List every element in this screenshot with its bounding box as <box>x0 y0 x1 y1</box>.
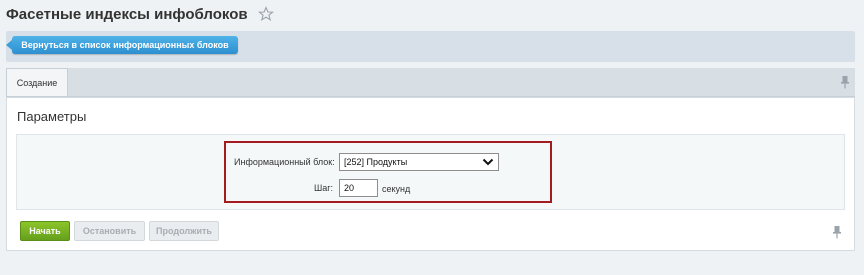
pin-icon[interactable] <box>832 225 842 239</box>
stop-button[interactable]: Остановить <box>74 221 145 241</box>
context-panel: Вернуться в список информационных блоков <box>6 31 855 62</box>
back-to-list-button[interactable]: Вернуться в список информационных блоков <box>6 36 238 54</box>
form-box: Информационный блок: [252] Продукты Шаг:… <box>16 134 845 210</box>
continue-button[interactable]: Продолжить <box>149 221 219 241</box>
chevron-down-icon <box>482 157 494 167</box>
tabs-bar: Создание <box>6 68 855 97</box>
section-title: Параметры <box>17 109 87 124</box>
page-header: Фасетные индексы инфоблоков <box>6 3 274 25</box>
highlight-frame: Информационный блок: [252] Продукты Шаг:… <box>224 141 552 203</box>
start-button[interactable]: Начать <box>20 221 70 241</box>
pin-icon[interactable] <box>840 75 850 89</box>
iblock-label: Информационный блок: <box>234 157 335 167</box>
page-title: Фасетные индексы инфоблоков <box>6 5 248 23</box>
step-input-value: 20 <box>344 183 355 193</box>
star-icon[interactable] <box>257 6 274 22</box>
step-unit: секунд <box>382 184 411 194</box>
settings-panel: Параметры Информационный блок: [252] Про… <box>6 97 855 251</box>
iblock-select[interactable]: [252] Продукты <box>339 153 499 171</box>
tab-create[interactable]: Создание <box>6 68 68 96</box>
step-input[interactable]: 20 <box>339 179 378 197</box>
iblock-select-value: [252] Продукты <box>344 157 408 167</box>
step-label: Шаг: <box>314 183 334 193</box>
